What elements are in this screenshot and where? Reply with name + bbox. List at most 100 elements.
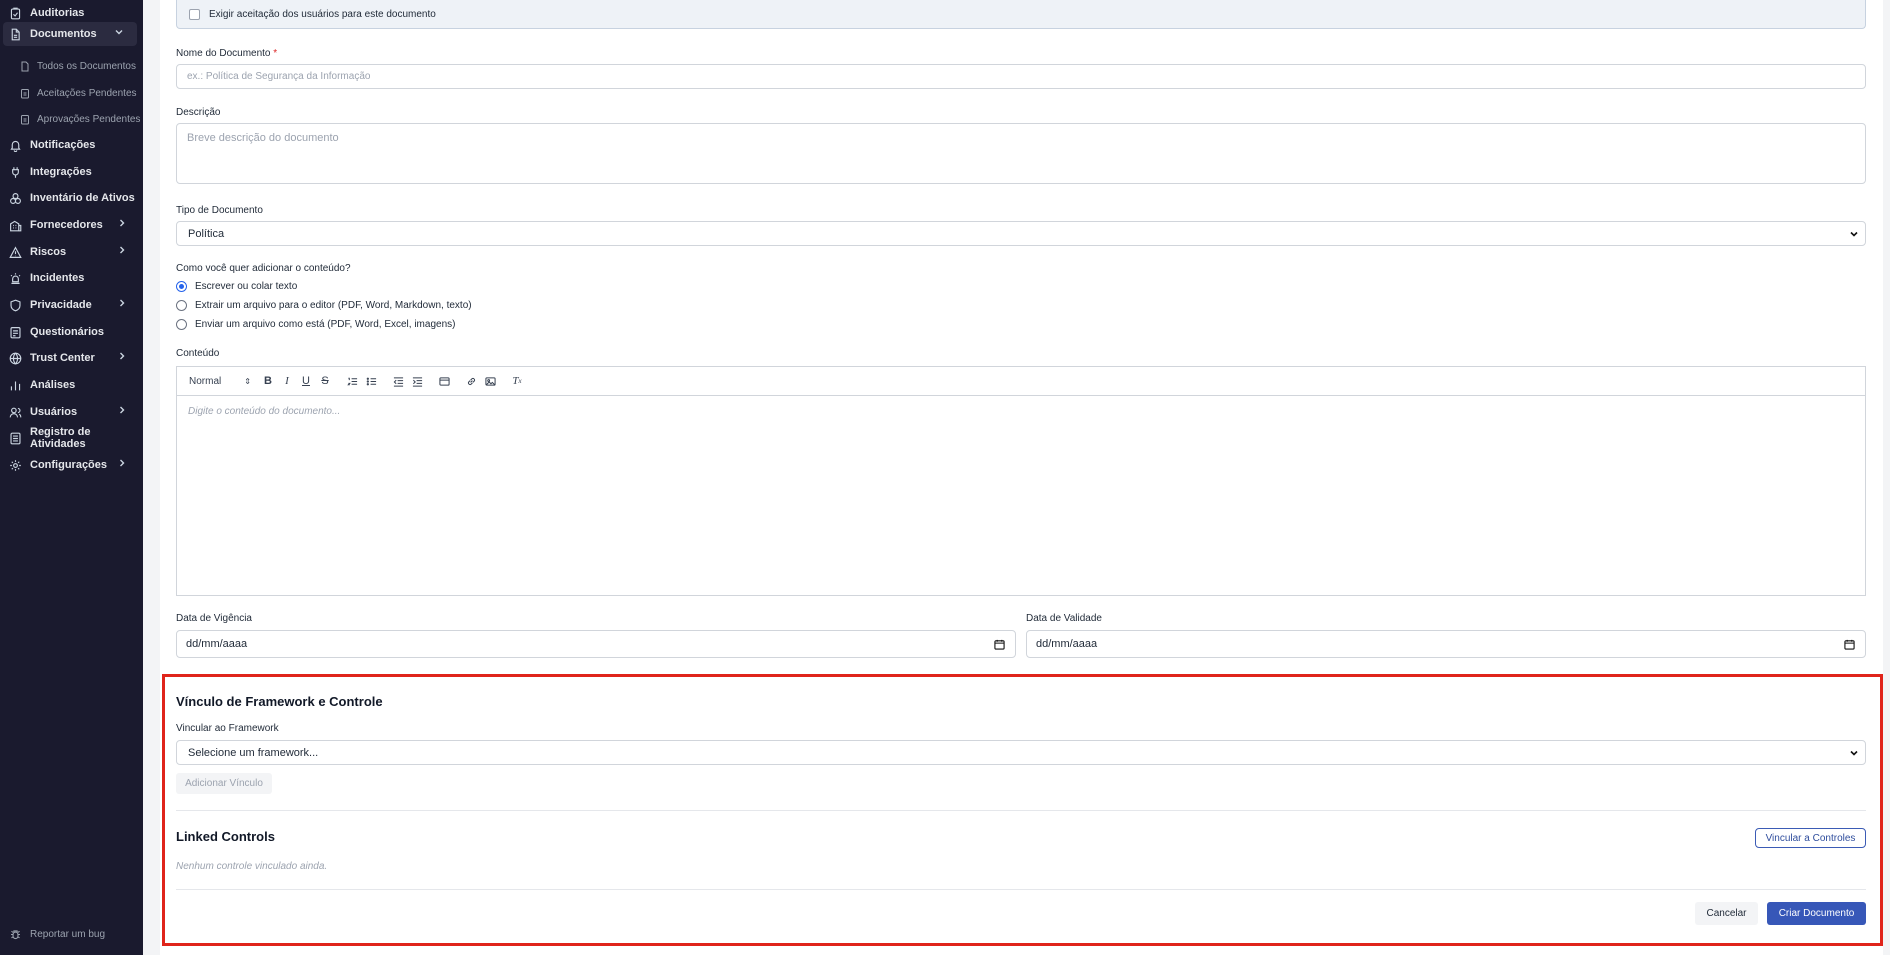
document-name-input[interactable]: ex.: Política de Segurança da Informação	[176, 64, 1866, 89]
chevron-right-icon	[117, 218, 127, 228]
sidebar-subitem-label: Aceitações Pendentes	[37, 87, 137, 99]
bold-icon[interactable]: B	[261, 374, 275, 388]
sidebar-item-label: Riscos	[30, 246, 67, 258]
content-mode-option-label: Enviar um arquivo como está (PDF, Word, …	[195, 319, 456, 330]
italic-icon[interactable]: I	[280, 374, 294, 388]
users-icon	[9, 406, 22, 419]
sidebar-item-privacidade[interactable]: Privacidade	[0, 293, 143, 317]
framework-link-label: Vincular ao Framework	[176, 723, 279, 734]
sidebar-item-analises[interactable]: Análises	[0, 373, 143, 397]
create-document-button[interactable]: Criar Documento	[1767, 902, 1866, 925]
chevron-right-icon	[117, 298, 127, 308]
sidebar-item-label: Registro de Atividades	[30, 426, 91, 450]
building-icon	[9, 219, 22, 232]
link-icon[interactable]	[464, 374, 478, 388]
footer-divider	[176, 889, 1866, 890]
document-name-label: Nome do Documento *	[176, 48, 277, 59]
sidebar-item-usuarios[interactable]: Usuários	[0, 400, 143, 424]
report-bug-link[interactable]: Reportar um bug	[9, 928, 105, 941]
sidebar-item-inventario[interactable]: Inventário de Ativos	[0, 186, 143, 210]
questionnaire-icon	[9, 326, 22, 339]
sidebar: Auditorias Documentos Todos os Documento…	[0, 0, 143, 955]
sidebar-item-label: Trust Center	[30, 352, 95, 364]
sidebar-item-incidentes[interactable]: Incidentes	[0, 266, 143, 290]
bug-icon	[9, 928, 22, 941]
sidebar-item-label: Privacidade	[30, 299, 92, 311]
sidebar-item-label: Integrações	[30, 166, 92, 178]
sidebar-item-label: Questionários	[30, 326, 104, 338]
outdent-icon[interactable]	[391, 374, 405, 388]
assets-icon	[9, 192, 22, 205]
sidebar-item-fornecedores[interactable]: Fornecedores	[0, 213, 143, 237]
image-icon[interactable]	[483, 374, 497, 388]
sidebar-item-label: Auditorias	[30, 7, 85, 19]
editor-toolbar: Normal ⇕ B I U S Tx	[177, 367, 1865, 396]
link-controls-button[interactable]: Vincular a Controles	[1755, 828, 1866, 848]
linked-controls-title: Linked Controls	[176, 829, 275, 844]
chevron-right-icon	[117, 405, 127, 415]
strikethrough-icon[interactable]: S	[318, 374, 332, 388]
section-divider	[176, 810, 1866, 811]
siren-icon	[9, 272, 22, 285]
content-mode-option-extract[interactable]: Extrair um arquivo para o editor (PDF, W…	[176, 300, 472, 311]
expiry-date-value: dd/mm/aaaa	[1036, 638, 1098, 650]
chevron-right-icon	[117, 245, 127, 255]
sidebar-item-label: Configurações	[30, 459, 108, 471]
sidebar-item-riscos[interactable]: Riscos	[0, 240, 143, 264]
description-label: Descrição	[176, 107, 221, 118]
effective-date-input[interactable]: dd/mm/aaaa	[176, 630, 1016, 658]
document-type-label: Tipo de Documento	[176, 205, 263, 216]
clipboard-small-icon	[20, 114, 30, 125]
description-placeholder: Breve descrição do documento	[187, 132, 339, 144]
document-name-placeholder: ex.: Política de Segurança da Informação	[187, 71, 371, 82]
sidebar-subitem-aprovacoes[interactable]: Aprovações Pendentes	[0, 108, 143, 130]
document-type-select[interactable]: Política	[176, 221, 1866, 246]
sidebar-item-documentos[interactable]: Documentos	[3, 22, 137, 46]
underline-icon[interactable]: U	[299, 374, 313, 388]
sidebar-item-integracoes[interactable]: Integrações	[0, 160, 143, 184]
calendar-icon[interactable]	[994, 639, 1005, 650]
description-textarea[interactable]: Breve descrição do documento	[176, 123, 1866, 184]
content-mode-question: Como você quer adicionar o conteúdo?	[176, 263, 351, 274]
expiry-date-input[interactable]: dd/mm/aaaa	[1026, 630, 1866, 658]
clear-format-icon[interactable]: Tx	[510, 374, 524, 388]
chevron-down-icon	[1849, 229, 1859, 239]
framework-select[interactable]: Selecione um framework...	[176, 740, 1866, 765]
rich-text-editor: Normal ⇕ B I U S Tx Digite o conteúdo do…	[176, 366, 1866, 596]
no-linked-controls-text: Nenhum controle vinculado ainda.	[176, 861, 328, 872]
code-block-icon[interactable]	[437, 374, 451, 388]
clipboard-check-icon	[9, 7, 22, 20]
sidebar-subitem-label: Aprovações Pendentes	[37, 113, 141, 125]
radio-selected[interactable]	[176, 281, 187, 292]
sidebar-item-trust-center[interactable]: Trust Center	[0, 346, 143, 370]
indent-icon[interactable]	[410, 374, 424, 388]
sidebar-subitem-todos[interactable]: Todos os Documentos	[0, 55, 143, 77]
sidebar-item-label: Fornecedores	[30, 219, 103, 231]
calendar-icon[interactable]	[1844, 639, 1855, 650]
sidebar-item-registro[interactable]: Registro de Atividades	[0, 426, 143, 450]
require-acceptance-label: Exigir aceitação dos usuários para este …	[209, 8, 436, 20]
framework-section-title: Vínculo de Framework e Controle	[176, 694, 383, 709]
required-mark: *	[273, 48, 278, 59]
content-mode-option-upload[interactable]: Enviar um arquivo como está (PDF, Word, …	[176, 319, 455, 330]
sidebar-item-configuracoes[interactable]: Configurações	[0, 453, 143, 477]
warning-triangle-icon	[9, 245, 22, 259]
effective-date-label: Data de Vigência	[176, 613, 252, 624]
content-mode-option-label: Extrair um arquivo para o editor (PDF, W…	[195, 300, 472, 311]
sidebar-item-questionarios[interactable]: Questionários	[0, 320, 143, 344]
editor-content-area[interactable]: Digite o conteúdo do documento...	[177, 396, 1865, 427]
sidebar-subitem-aceitacoes[interactable]: Aceitações Pendentes	[0, 82, 143, 104]
cancel-button[interactable]: Cancelar	[1695, 902, 1758, 925]
ordered-list-icon[interactable]	[345, 374, 359, 388]
format-select-value: Normal	[189, 375, 222, 387]
sidebar-item-notificacoes[interactable]: Notificações	[0, 133, 143, 157]
add-link-button[interactable]: Adicionar Vínculo	[176, 773, 272, 794]
radio-unselected[interactable]	[176, 300, 187, 311]
content-mode-option-write[interactable]: Escrever ou colar texto	[176, 281, 297, 292]
format-select[interactable]: Normal ⇕	[189, 376, 251, 387]
radio-unselected[interactable]	[176, 319, 187, 330]
document-type-value: Política	[188, 227, 225, 240]
sidebar-item-label: Incidentes	[30, 272, 85, 284]
bullet-list-icon[interactable]	[364, 374, 378, 388]
require-acceptance-checkbox[interactable]	[189, 8, 200, 20]
